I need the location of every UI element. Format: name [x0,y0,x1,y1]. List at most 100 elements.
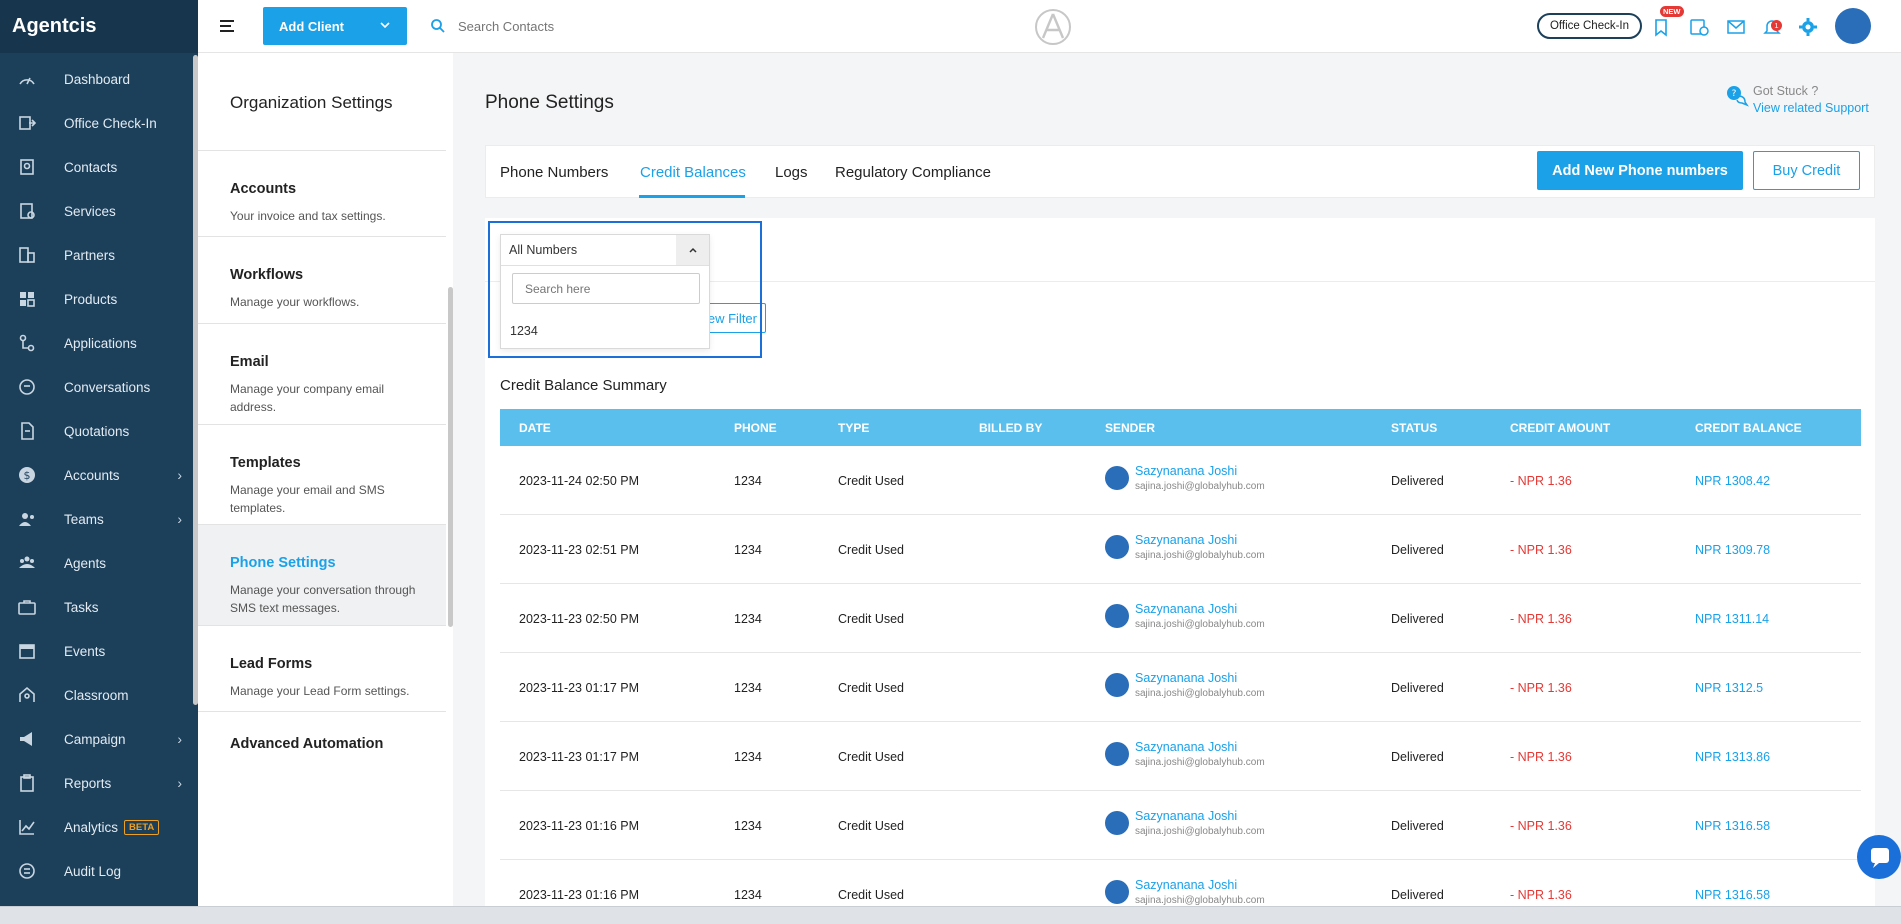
sidebar-item-quotations[interactable]: Quotations [0,409,198,453]
table-row[interactable]: 2023-11-24 02:50 PM 1234 Credit Used Sazyna… [500,446,1861,515]
sidebar-item-label: Quotations [64,423,130,439]
table-row[interactable]: 2023-11-23 01:17 PM 1234 Credit Used Sazyna… [500,653,1861,722]
cell-phone: 1234 [734,543,762,557]
chat-bubble-icon [1871,848,1889,868]
office-checkin-button[interactable]: Office Check-In [1537,13,1642,39]
sidebar-item-services[interactable]: Services [0,189,198,233]
audit-icon [16,860,38,882]
number-filter-dropdown[interactable]: All Numbers 1234 [500,234,710,349]
sender-name-link[interactable]: Sazynanana Joshi [1135,602,1237,616]
search-icon [431,19,445,33]
table-row[interactable]: 2023-11-23 01:16 PM 1234 Credit Used Sazyna… [500,791,1861,860]
dropdown-search-input[interactable] [512,273,700,304]
sidebar-item-campaign[interactable]: Campaign › [0,717,198,761]
table-row[interactable]: 2023-11-23 01:17 PM 1234 Credit Used Sazyna… [500,722,1861,791]
settings-item-workflows[interactable]: Workflows Manage your workflows. [198,236,446,323]
sidebar-item-products[interactable]: Products [0,277,198,321]
building-icon [16,244,38,266]
cell-credit-amount: - NPR 1.36 [1510,612,1572,626]
settings-item-title: Advanced Automation [230,736,384,752]
beta-badge: BETA [124,819,160,835]
table-row[interactable]: 2023-11-23 02:51 PM 1234 Credit Used Sazyna… [500,515,1861,584]
sidebar-item-label: Accounts [64,467,120,483]
sidebar-item-tasks[interactable]: Tasks [0,585,198,629]
company-logo-icon [1035,9,1071,45]
app-logo[interactable]: Agentcis [0,0,198,53]
settings-item-accounts[interactable]: Accounts Your invoice and tax settings. [198,150,446,236]
organization-settings-panel: Organization Settings Accounts Your invoi… [198,53,453,906]
cell-date: 2023-11-23 01:17 PM [519,750,639,764]
settings-item-lead-forms[interactable]: Lead Forms Manage your Lead Form settings… [198,625,446,711]
support-chat-icon: ? [1727,86,1749,107]
contact-check-icon[interactable] [1688,16,1710,38]
dropdown-toggle[interactable] [676,235,709,265]
mail-icon[interactable] [1725,16,1747,38]
settings-item-templates[interactable]: Templates Manage your email and SMS templ… [198,424,446,524]
sidebar-item-label: Campaign [64,731,126,747]
sidebar-item-label: Classroom [64,687,129,703]
sidebar-item-dashboard[interactable]: Dashboard [0,57,198,101]
sender-avatar [1105,880,1129,904]
settings-item-phone-settings[interactable]: Phone Settings Manage your conversation t… [198,524,446,625]
sidebar-item-conversations[interactable]: Conversations [0,365,198,409]
sidebar-item-agents[interactable]: Agents [0,541,198,585]
sidebar-item-audit-log[interactable]: Audit Log [0,849,198,893]
sidebar-item-accounts[interactable]: $ Accounts › [0,453,198,497]
os-taskbar [0,906,1901,924]
search-contacts-input[interactable] [458,14,718,38]
sidebar-item-teams[interactable]: Teams › [0,497,198,541]
add-new-phone-numbers-button[interactable]: Add New Phone numbers [1537,151,1743,190]
settings-item-advanced-automation[interactable]: Advanced Automation [198,711,446,831]
new-badge: NEW [1660,6,1684,17]
dropdown-option[interactable]: 1234 [510,324,538,338]
sidebar-item-classroom[interactable]: Classroom [0,673,198,717]
cell-phone: 1234 [734,750,762,764]
sidebar-item-events[interactable]: Events [0,629,198,673]
settings-scrollbar[interactable] [448,287,453,627]
sidebar-item-partners[interactable]: Partners [0,233,198,277]
add-client-button[interactable]: Add Client [263,7,407,45]
settings-item-description: Manage your company email address. [230,382,385,414]
cell-status: Delivered [1391,612,1444,626]
bookmark-icon[interactable] [1650,16,1672,38]
sidebar-item-office-check-in[interactable]: Office Check-In [0,101,198,145]
menu-toggle-icon[interactable] [220,18,238,34]
sidebar-item-label: Analytics [64,819,119,835]
sender-name-link[interactable]: Sazynanana Joshi [1135,671,1237,685]
tab-regulatory-compliance[interactable]: Regulatory Compliance [835,164,991,181]
dropdown-selected[interactable]: All Numbers [501,235,709,266]
cell-credit-amount: - NPR 1.36 [1510,750,1572,764]
summary-title: Credit Balance Summary [500,377,667,394]
cell-phone: 1234 [734,681,762,695]
sender-name-link[interactable]: Sazynanana Joshi [1135,809,1237,823]
sidebar-item-reports[interactable]: Reports › [0,761,198,805]
sender-name-link[interactable]: Sazynanana Joshi [1135,533,1237,547]
sidebar-item-contacts[interactable]: Contacts [0,145,198,189]
settings-item-email[interactable]: Email Manage your company email address. [198,323,446,424]
sidebar-item-applications[interactable]: Applications [0,321,198,365]
sender-name-link[interactable]: Sazynanana Joshi [1135,464,1237,478]
live-chat-button[interactable] [1857,835,1901,879]
cell-credit-amount: - NPR 1.36 [1510,888,1572,902]
tab-credit-balances[interactable]: Credit Balances [640,164,746,181]
tab-logs[interactable]: Logs [775,164,808,181]
buy-credit-button[interactable]: Buy Credit [1753,151,1860,190]
cell-credit-balance: NPR 1316.58 [1695,819,1771,833]
sender-name-link[interactable]: Sazynanana Joshi [1135,740,1237,754]
sender-email: sajina.joshi@globalyhub.com [1135,826,1265,837]
sidebar-item-analytics[interactable]: Analytics BETA [0,805,198,849]
cell-status: Delivered [1391,750,1444,764]
tab-phone-numbers[interactable]: Phone Numbers [500,164,608,181]
view-support-link[interactable]: View related Support [1753,101,1869,115]
sender-avatar [1105,466,1129,490]
column-header: DATE [519,421,551,435]
gear-icon[interactable] [1797,16,1819,38]
sidebar-item-label: Partners [64,247,116,263]
chat-icon [16,376,38,398]
column-header: CREDIT BALANCE [1695,421,1802,435]
sidebar-item-label: Applications [64,335,137,351]
user-avatar[interactable] [1835,8,1871,44]
dropdown-selected-label: All Numbers [509,243,578,257]
table-row[interactable]: 2023-11-23 02:50 PM 1234 Credit Used Sazyna… [500,584,1861,653]
sender-name-link[interactable]: Sazynanana Joshi [1135,878,1237,892]
